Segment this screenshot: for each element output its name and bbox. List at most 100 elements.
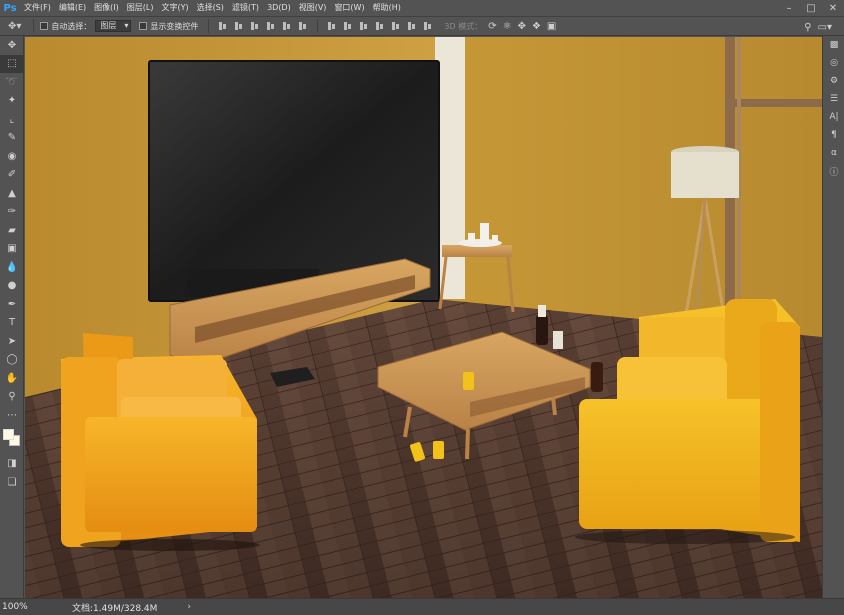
menu-filter[interactable]: 滤镜(T) xyxy=(228,0,263,16)
adjustments-icon[interactable]: ☰ xyxy=(823,90,844,108)
menu-layer[interactable]: 图层(L) xyxy=(123,0,158,16)
color-swatches xyxy=(0,425,24,455)
path-selection-icon[interactable]: ➤ xyxy=(0,332,24,351)
channels-icon[interactable]: ◎ xyxy=(823,54,844,72)
mode-3d-label: 3D 模式： xyxy=(444,21,483,31)
divider xyxy=(33,19,35,33)
minimize-icon[interactable]: – xyxy=(778,0,800,16)
scene-image xyxy=(25,37,822,598)
distribute-left-icon[interactable] xyxy=(375,21,385,31)
gradient-icon[interactable]: ▣ xyxy=(0,240,24,259)
status-bar: 100% 文档:1.49M/328.4M › xyxy=(0,598,844,615)
align-vcenter-icon[interactable] xyxy=(234,21,244,31)
marquee-icon[interactable]: ⬚ xyxy=(0,54,24,73)
divider xyxy=(208,19,210,33)
candle xyxy=(480,223,489,243)
3d-slide-icon[interactable]: ❖ xyxy=(532,21,541,32)
show-transform-checkbox[interactable] xyxy=(139,22,148,30)
distribute-bottom-icon[interactable] xyxy=(359,21,369,31)
foreground-color-swatch[interactable] xyxy=(3,428,14,440)
distribute-right-icon[interactable] xyxy=(407,21,417,31)
panel-dock: ▩ ◎ ⚙ ☰ A| ¶ α ⓘ xyxy=(822,36,844,598)
can xyxy=(433,441,444,459)
bottle xyxy=(536,315,548,345)
ellipse-icon[interactable]: ◯ xyxy=(0,351,24,370)
window-controls: – □ ✕ xyxy=(778,0,844,16)
divider xyxy=(317,19,319,33)
can xyxy=(463,372,474,390)
eyedropper-icon[interactable]: ✎ xyxy=(0,129,24,148)
menu-edit[interactable]: 编辑(E) xyxy=(55,0,90,16)
move-tool-preset-icon[interactable]: ✥▾ xyxy=(8,21,21,32)
candle xyxy=(492,235,498,243)
distribute-top-icon[interactable] xyxy=(327,21,337,31)
distribute-hcenter-icon[interactable] xyxy=(391,21,401,31)
document-canvas[interactable] xyxy=(25,37,822,598)
history-brush-icon[interactable]: ✑ xyxy=(0,203,24,222)
bottle xyxy=(591,362,603,392)
eraser-icon[interactable]: ▰ xyxy=(0,221,24,240)
lasso-icon[interactable]: ➰ xyxy=(0,73,24,92)
align-left-icon[interactable] xyxy=(266,21,276,31)
photoshop-logo: Ps xyxy=(3,2,17,14)
info-icon[interactable]: ⓘ xyxy=(823,162,844,180)
distribute-vcenter-icon[interactable] xyxy=(343,21,353,31)
menu-help[interactable]: 帮助(H) xyxy=(369,0,405,16)
auto-select-dropdown[interactable]: 图层 xyxy=(95,20,132,32)
align-bottom-icon[interactable] xyxy=(250,21,260,31)
zoom-level[interactable]: 100% xyxy=(0,602,44,612)
auto-align-icon[interactable] xyxy=(423,21,433,31)
glyphs-icon[interactable]: α xyxy=(823,144,844,162)
right-wall xyxy=(465,37,822,337)
3d-roll-icon[interactable]: ⚛ xyxy=(503,21,512,32)
crop-icon[interactable]: ⌞ xyxy=(0,110,24,129)
paragraph-icon[interactable]: ¶ xyxy=(823,126,844,144)
3d-scale-icon[interactable]: ▣ xyxy=(547,21,556,32)
options-right: ⚲ ▭▾ xyxy=(804,17,838,37)
menu-view[interactable]: 视图(V) xyxy=(295,0,331,16)
3d-rotate-icon[interactable]: ⟳ xyxy=(488,21,496,32)
hand-icon[interactable]: ✋ xyxy=(0,369,24,388)
align-right-icon[interactable] xyxy=(298,21,308,31)
auto-select-label: 自动选择： xyxy=(51,21,92,31)
menu-file[interactable]: 文件(F) xyxy=(20,0,55,16)
blur-icon[interactable]: 💧 xyxy=(0,258,24,277)
layers-icon[interactable]: ▩ xyxy=(823,36,844,54)
workspace-icon[interactable]: ▭▾ xyxy=(818,22,832,33)
menu-bar: Ps 文件(F) 编辑(E) 图像(I) 图层(L) 文字(Y) 选择(S) 滤… xyxy=(0,0,844,16)
magic-wand-icon[interactable]: ✦ xyxy=(0,92,24,111)
dodge-icon[interactable]: ● xyxy=(0,277,24,296)
menu-3d[interactable]: 3D(D) xyxy=(263,0,295,16)
properties-icon[interactable]: ⚙ xyxy=(823,72,844,90)
more-icon[interactable]: ⋯ xyxy=(0,406,24,425)
floor-lamp-shade xyxy=(671,152,739,198)
menu-image[interactable]: 图像(I) xyxy=(90,0,123,16)
align-hcenter-icon[interactable] xyxy=(282,21,292,31)
move-icon[interactable]: ✥ xyxy=(0,36,24,55)
menu-type[interactable]: 文字(Y) xyxy=(157,0,192,16)
maximize-icon[interactable]: □ xyxy=(800,0,822,16)
menu-select[interactable]: 选择(S) xyxy=(193,0,228,16)
quick-mask-icon[interactable]: ◨ xyxy=(0,455,24,474)
candle xyxy=(468,233,475,243)
options-bar: ✥▾ 自动选择： 图层 显示变换控件 3D 模式： ⟳ ⚛ ✥ ❖ ▣ ⚲ ▭▾ xyxy=(0,16,844,36)
stamp-icon[interactable]: ▲ xyxy=(0,184,24,203)
align-top-icon[interactable] xyxy=(218,21,228,31)
zoom-icon[interactable]: ⚲ xyxy=(0,388,24,407)
auto-select-checkbox[interactable] xyxy=(40,22,49,30)
status-menu-arrow-icon[interactable]: › xyxy=(187,602,191,612)
3d-pan-icon[interactable]: ✥ xyxy=(518,21,526,32)
type-icon[interactable]: T xyxy=(0,314,24,333)
menu-window[interactable]: 窗口(W) xyxy=(330,0,368,16)
character-icon[interactable]: A| xyxy=(823,108,844,126)
close-icon[interactable]: ✕ xyxy=(822,0,844,16)
cup xyxy=(553,331,563,349)
search-icon[interactable]: ⚲ xyxy=(804,22,811,33)
show-transform-label: 显示变换控件 xyxy=(150,21,199,31)
document-info[interactable]: 文档:1.49M/328.4M xyxy=(72,601,157,614)
screen-mode-icon[interactable]: ❏ xyxy=(0,473,24,492)
brush-icon[interactable]: ✐ xyxy=(0,166,24,185)
healing-brush-icon[interactable]: ◉ xyxy=(0,147,24,166)
tools-panel: ✥ ⬚ ➰ ✦ ⌞ ✎ ◉ ✐ ▲ ✑ ▰ ▣ 💧 ● ✒ T ➤ ◯ ✋ ⚲ … xyxy=(0,36,24,598)
pen-icon[interactable]: ✒ xyxy=(0,295,24,314)
